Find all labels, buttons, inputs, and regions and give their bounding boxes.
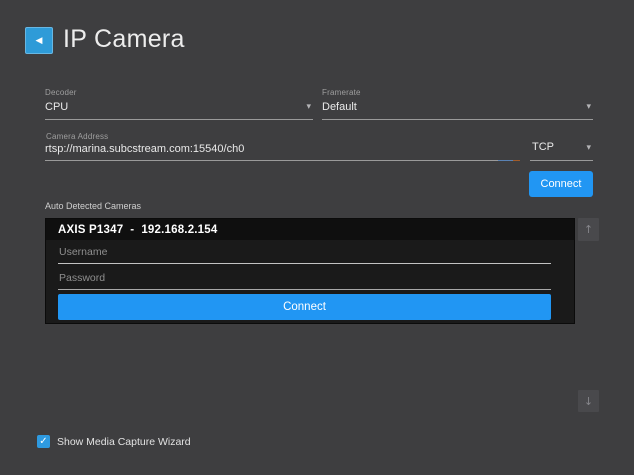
protocol-value: TCP <box>532 141 554 153</box>
show-wizard-label[interactable]: Show Media Capture Wizard <box>57 436 191 448</box>
chevron-down-icon[interactable]: ▾ <box>306 103 311 112</box>
camera-title-separator: - <box>130 224 134 236</box>
framerate-label: Framerate <box>322 88 593 97</box>
protocol-dropdown[interactable]: TCP ▾ <box>530 132 593 161</box>
chevron-down-icon[interactable]: ▾ <box>586 103 591 112</box>
detected-camera-title: AXIS P1347 - 192.168.2.154 <box>46 219 574 240</box>
camera-ip: 192.168.2.154 <box>141 224 217 236</box>
show-wizard-checkbox[interactable]: ✓ <box>37 435 50 448</box>
page-title: IP Camera <box>63 25 185 54</box>
camera-model: AXIS P1347 <box>58 224 123 236</box>
input-underline-accent-blue <box>498 160 513 161</box>
back-arrow-icon: ◀ <box>36 36 43 46</box>
input-underline <box>45 160 520 161</box>
camera-address-label: Camera Address <box>46 132 108 141</box>
decoder-label: Decoder <box>45 88 313 97</box>
back-button[interactable]: ◀ <box>25 27 53 54</box>
camera-address-input[interactable] <box>45 143 520 155</box>
decoder-dropdown[interactable]: Decoder CPU ▾ <box>45 88 313 120</box>
checkmark-icon: ✓ <box>39 436 47 447</box>
detected-camera-card: AXIS P1347 - 192.168.2.154 Connect <box>45 218 575 324</box>
password-input[interactable] <box>58 272 551 290</box>
auto-detected-cameras-label: Auto Detected Cameras <box>45 201 141 211</box>
scroll-down-icon: ↓ <box>584 396 593 407</box>
username-input[interactable] <box>58 246 551 264</box>
framerate-value: Default <box>322 101 593 113</box>
decoder-value: CPU <box>45 101 313 113</box>
framerate-dropdown[interactable]: Framerate Default ▾ <box>322 88 593 120</box>
scroll-up-button[interactable]: ↑ <box>578 218 599 241</box>
scroll-up-icon: ↑ <box>584 224 593 235</box>
connect-button[interactable]: Connect <box>529 171 593 197</box>
input-underline-accent-orange <box>513 160 520 161</box>
scroll-down-button[interactable]: ↓ <box>578 390 599 412</box>
chevron-down-icon[interactable]: ▾ <box>586 144 591 153</box>
camera-connect-button[interactable]: Connect <box>58 294 551 320</box>
camera-address-field: Camera Address <box>45 132 520 161</box>
